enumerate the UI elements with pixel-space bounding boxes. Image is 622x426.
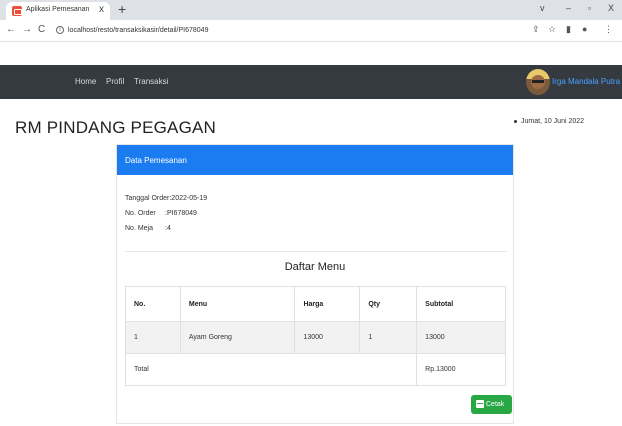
col-header-subtotal: Subtotal [416, 286, 506, 322]
cell-menu: Ayam Goreng [179, 321, 296, 354]
order-no-label: No. Order [125, 210, 156, 217]
cell-qty: 1 [359, 321, 418, 354]
order-no-row: No. Order :PI678049 [125, 210, 197, 217]
order-date-row: Tanggal Order:2022-05-19 [125, 195, 207, 202]
table-no-row: No. Meja :4 [125, 225, 171, 232]
forward-button[interactable]: → [22, 24, 32, 35]
browser-addressbar: ← → C i localhost/resto/transaksikasir/d… [0, 20, 622, 42]
table-no-label: No. Meja [125, 225, 154, 232]
profile-icon[interactable]: ● [582, 24, 587, 34]
close-window-button[interactable]: X [608, 3, 614, 13]
tab-search-chevron-icon[interactable]: v [540, 3, 545, 13]
print-label: Cetak [486, 401, 505, 408]
total-value: Rp.13000 [416, 353, 506, 386]
table-no-value: :4 [165, 225, 171, 232]
col-header-no: No. [125, 286, 181, 322]
menu-list-title: Daftar Menu [284, 261, 346, 273]
new-tab-button[interactable]: + [118, 1, 126, 17]
tab-close-icon[interactable]: x [99, 4, 104, 15]
sidebar-icon[interactable]: ▮ [566, 24, 571, 35]
total-label: Total [124, 353, 418, 386]
browser-tab[interactable]: Aplikasi Pemesanan x [6, 2, 110, 20]
print-icon [476, 400, 484, 408]
table-header-row: No. Menu Harga Qty Subtotal [125, 286, 506, 322]
share-icon[interactable]: ⇪ [532, 24, 540, 35]
back-button[interactable]: ← [6, 24, 16, 35]
url-text: localhost/resto/transaksikasir/detail/PI… [68, 27, 209, 34]
print-button[interactable]: Cetak [471, 395, 512, 414]
reload-button[interactable]: C [38, 24, 45, 35]
cell-harga: 13000 [294, 321, 361, 354]
cell-subtotal: 13000 [416, 321, 506, 354]
date-text: Jumat, 10 Juni 2022 [521, 118, 585, 125]
order-card: Data Pemesanan Tanggal Order:2022-05-19 … [116, 144, 514, 424]
col-header-harga: Harga [294, 286, 361, 322]
tab-title: Aplikasi Pemesanan [26, 6, 90, 13]
current-date: Jumat, 10 Juni 2022 [514, 118, 584, 125]
nav-home[interactable]: Home [75, 77, 96, 86]
user-avatar[interactable] [526, 69, 550, 95]
card-header: Data Pemesanan [117, 145, 513, 175]
order-date-label: Tanggal Order [125, 195, 170, 202]
bookmark-star-icon[interactable]: ☆ [548, 24, 556, 35]
divider [125, 251, 507, 252]
card-header-title: Data Pemesanan [125, 156, 187, 165]
col-header-qty: Qty [359, 286, 418, 322]
col-header-menu: Menu [179, 286, 296, 322]
browser-tabbar: Aplikasi Pemesanan x + v – ▫ X [0, 0, 622, 20]
total-row: Total Rp.13000 [124, 353, 506, 386]
minimize-button[interactable]: – [566, 3, 571, 13]
site-info-icon[interactable]: i [56, 26, 64, 34]
browser-menu-icon[interactable]: ⋮ [604, 24, 613, 35]
order-date-value: :2022-05-19 [169, 195, 208, 202]
cell-no: 1 [125, 321, 181, 354]
nav-profil[interactable]: Profil [106, 77, 124, 86]
bullet-icon [514, 119, 517, 123]
table-row: 1 Ayam Goreng 13000 1 13000 [125, 321, 506, 354]
order-no-value: :PI678049 [165, 210, 197, 217]
maximize-button[interactable]: ▫ [588, 3, 591, 13]
nav-transaksi[interactable]: Transaksi [134, 77, 168, 86]
url-field[interactable]: i localhost/resto/transaksikasir/detail/… [52, 23, 492, 39]
page-title: RM PINDANG PEGAGAN [15, 118, 217, 137]
menu-table: No. Menu Harga Qty Subtotal 1 Ayam Goren… [124, 286, 506, 386]
user-name-link[interactable]: Irga Mandala Putra [552, 77, 620, 86]
app-favicon-icon [12, 6, 22, 16]
